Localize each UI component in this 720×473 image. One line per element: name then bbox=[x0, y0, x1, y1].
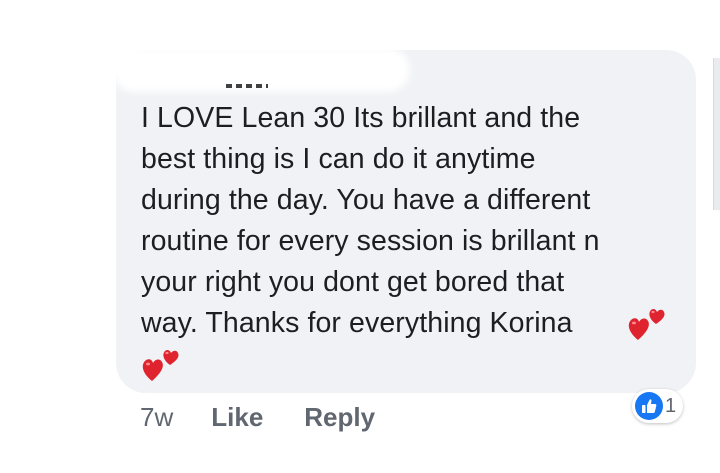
comment-screen: I LOVE Lean 30 Its brillant and the best… bbox=[0, 0, 720, 473]
thumbs-up-icon bbox=[635, 392, 663, 420]
comment-timestamp[interactable]: 7w bbox=[140, 402, 173, 433]
two-hearts-icon bbox=[142, 349, 179, 381]
reaction-count: 1 bbox=[665, 394, 677, 417]
comment-actions: 7w Like Reply bbox=[140, 399, 416, 435]
two-hearts-icon bbox=[628, 308, 665, 340]
comment-text: I LOVE Lean 30 Its brillant and the best… bbox=[141, 102, 600, 339]
reaction-summary[interactable]: 1 bbox=[632, 389, 684, 423]
redaction-trace bbox=[226, 84, 268, 88]
scrollbar-edge bbox=[713, 58, 720, 210]
reply-button[interactable]: Reply bbox=[304, 402, 375, 433]
like-button[interactable]: Like bbox=[211, 402, 263, 433]
redacted-author-name bbox=[118, 54, 404, 86]
